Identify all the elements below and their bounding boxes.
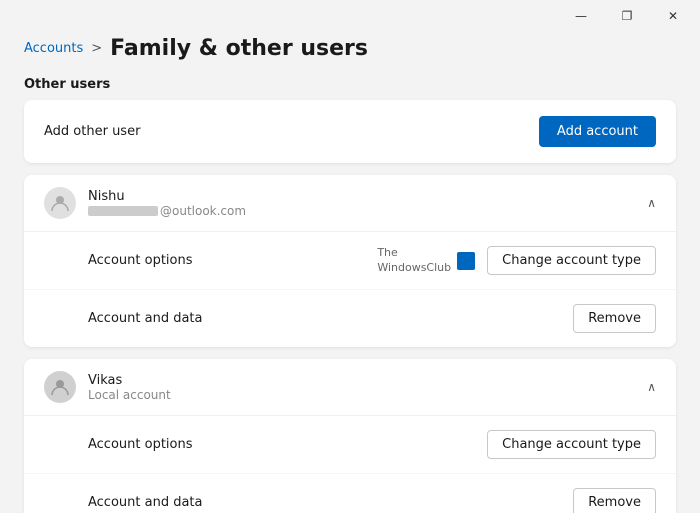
- watermark-nishu: TheWindowsClub: [377, 246, 475, 275]
- user-header-nishu[interactable]: Nishu @outlook.com ∧: [24, 175, 676, 232]
- change-account-type-button-vikas[interactable]: Change account type: [487, 430, 656, 459]
- account-options-row-nishu: Account options TheWindowsClub Change ac…: [24, 232, 676, 290]
- user-info-vikas: Vikas Local account: [88, 373, 171, 402]
- user-sub-vikas: Local account: [88, 388, 171, 402]
- add-user-card: Add other user Add account: [24, 100, 676, 163]
- user-card-vikas: Vikas Local account ∧ Account options Ch…: [24, 359, 676, 513]
- account-data-right-nishu: Remove: [573, 304, 656, 333]
- chevron-up-nishu: ∧: [647, 196, 656, 210]
- user-name-nishu: Nishu: [88, 189, 246, 204]
- email-blur-nishu: [88, 206, 158, 216]
- account-data-label-nishu: Account and data: [88, 311, 203, 326]
- add-other-user-label: Add other user: [44, 124, 140, 139]
- user-email-nishu: @outlook.com: [88, 204, 246, 218]
- account-options-right-vikas: Change account type: [487, 430, 656, 459]
- chevron-up-vikas: ∧: [647, 380, 656, 394]
- maximize-button[interactable]: ❐: [604, 0, 650, 32]
- minimize-button[interactable]: —: [558, 0, 604, 32]
- user-email-suffix-nishu: @outlook.com: [160, 204, 246, 218]
- watermark-text-nishu: TheWindowsClub: [377, 246, 451, 275]
- user-info-nishu: Nishu @outlook.com: [88, 189, 246, 218]
- user-header-left-vikas: Vikas Local account: [44, 371, 171, 403]
- account-data-label-vikas: Account and data: [88, 495, 203, 510]
- breadcrumb-accounts-link[interactable]: Accounts: [24, 41, 83, 56]
- user-header-left-nishu: Nishu @outlook.com: [44, 187, 246, 219]
- user-header-vikas[interactable]: Vikas Local account ∧: [24, 359, 676, 416]
- add-user-row: Add other user Add account: [24, 100, 676, 163]
- account-options-label-vikas: Account options: [88, 437, 193, 452]
- account-data-right-vikas: Remove: [573, 488, 656, 513]
- main-content: Accounts > Family & other users Other us…: [0, 32, 700, 513]
- remove-button-vikas[interactable]: Remove: [573, 488, 656, 513]
- breadcrumb-separator: >: [91, 41, 102, 56]
- page-title: Family & other users: [110, 36, 368, 61]
- account-options-label-nishu: Account options: [88, 253, 193, 268]
- avatar-vikas: [44, 371, 76, 403]
- user-card-nishu: Nishu @outlook.com ∧ Account options The…: [24, 175, 676, 347]
- account-options-right-nishu: TheWindowsClub Change account type: [377, 246, 656, 275]
- other-users-section-label: Other users: [24, 77, 676, 92]
- titlebar: — ❐ ✕: [0, 0, 700, 32]
- account-data-row-nishu: Account and data Remove: [24, 290, 676, 347]
- user-name-vikas: Vikas: [88, 373, 171, 388]
- account-options-row-vikas: Account options Change account type: [24, 416, 676, 474]
- avatar-nishu: [44, 187, 76, 219]
- blue-square-icon-nishu: [457, 252, 475, 270]
- account-data-row-vikas: Account and data Remove: [24, 474, 676, 513]
- close-button[interactable]: ✕: [650, 0, 696, 32]
- add-account-button[interactable]: Add account: [539, 116, 656, 147]
- breadcrumb: Accounts > Family & other users: [24, 32, 676, 61]
- change-account-type-button-nishu[interactable]: Change account type: [487, 246, 656, 275]
- remove-button-nishu[interactable]: Remove: [573, 304, 656, 333]
